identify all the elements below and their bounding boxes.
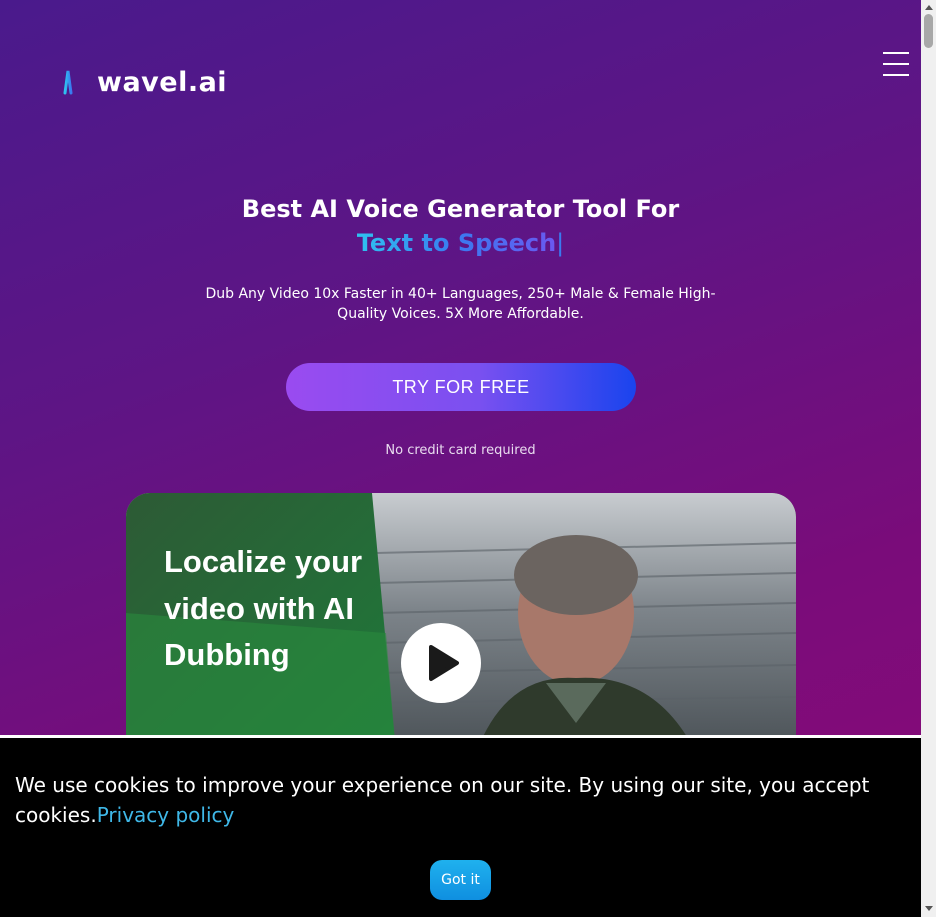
privacy-policy-link[interactable]: Privacy policy [97, 803, 235, 827]
video-player[interactable]: Localize your video with AI Dubbing [126, 493, 796, 753]
hero-subtitle: Dub Any Video 10x Faster in 40+ Language… [205, 286, 716, 322]
try-for-free-button[interactable]: TRY FOR FREE [286, 363, 636, 411]
no-credit-card-note: No credit card required [385, 443, 536, 458]
video-overlay-text: Localize your video with AI Dubbing [164, 544, 363, 672]
got-it-button[interactable]: Got it [430, 860, 491, 900]
hero-title: Best AI Voice Generator Tool For Text to… [0, 192, 921, 260]
typing-caret: | [556, 229, 565, 257]
play-button[interactable] [401, 623, 481, 703]
scrollbar-thumb[interactable] [924, 14, 933, 48]
soundwave-logo-icon [47, 66, 89, 98]
scroll-up-arrow-icon[interactable] [925, 5, 933, 10]
cookie-message-wrap: We use cookies to improve your experienc… [15, 770, 895, 830]
hamburger-menu-icon[interactable] [883, 52, 909, 76]
page: wavel.ai Best AI Voice Generator Tool Fo… [0, 0, 921, 917]
hero-title-line1: Best AI Voice Generator Tool For [241, 195, 680, 223]
logo-text: wavel.ai [97, 66, 228, 98]
vertical-scrollbar[interactable] [921, 0, 936, 917]
scroll-down-arrow-icon[interactable] [925, 906, 933, 911]
logo[interactable]: wavel.ai [46, 63, 227, 101]
cookie-banner: We use cookies to improve your experienc… [0, 735, 921, 917]
play-icon [429, 645, 459, 681]
hero-title-line2: Text to Speech [356, 229, 557, 257]
